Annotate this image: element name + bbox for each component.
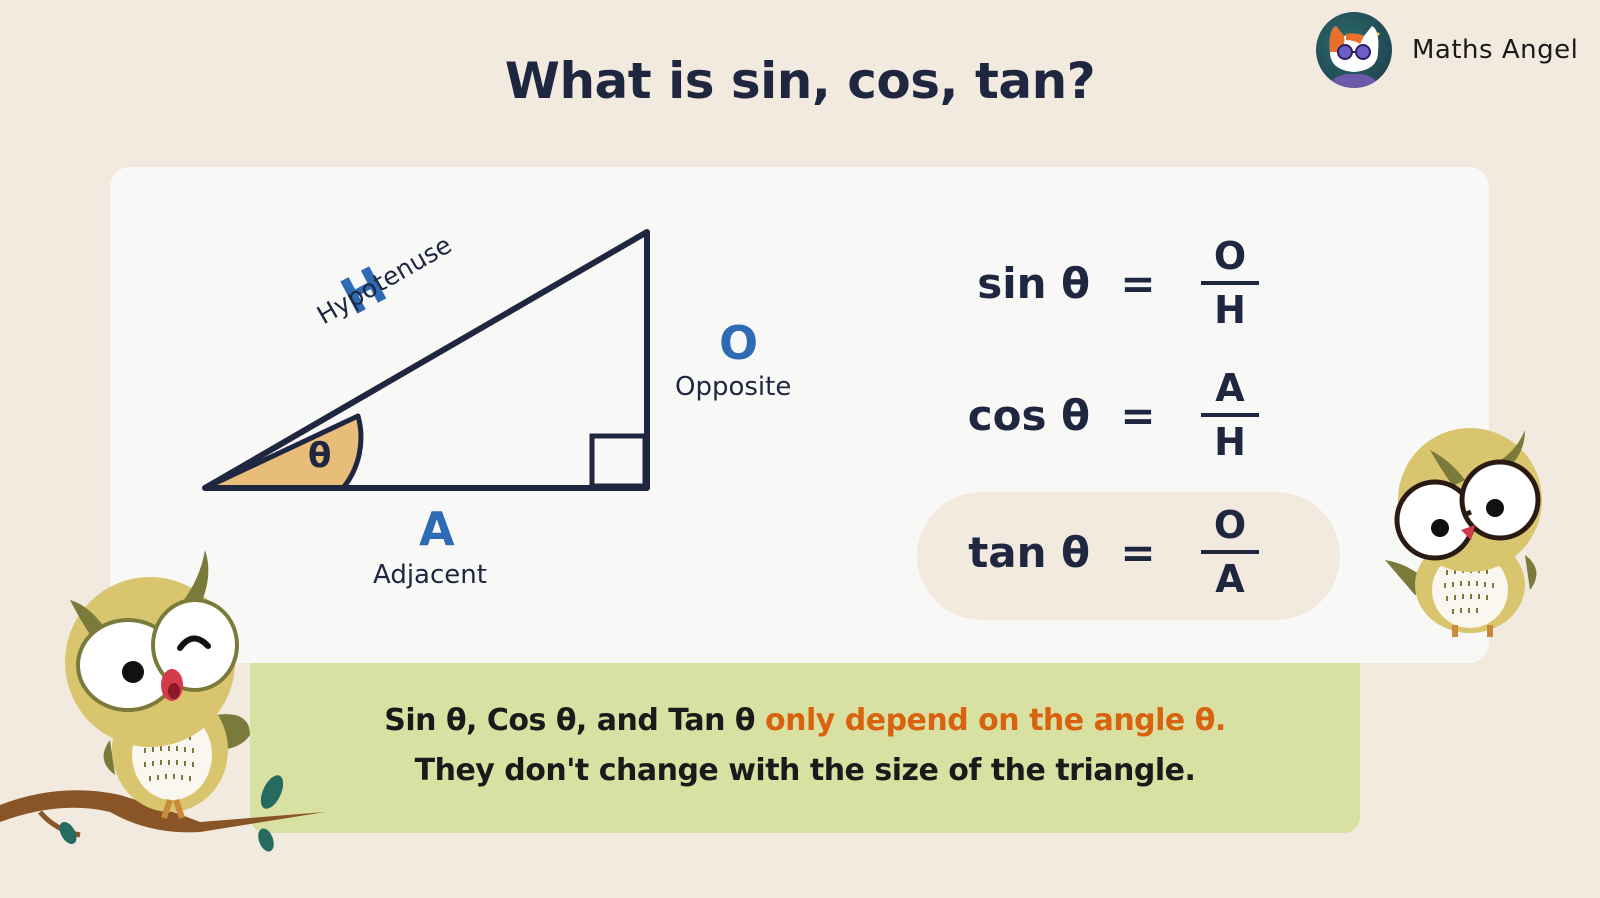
formula-sin: sin θ = O H bbox=[960, 234, 1260, 332]
note-line-2: They don't change with the size of the t… bbox=[414, 753, 1196, 788]
denominator: H bbox=[1214, 420, 1246, 464]
formula-fn: tan θ bbox=[968, 527, 1090, 577]
note-highlight-text: only depend on the angle θ. bbox=[765, 703, 1226, 738]
fraction-bar bbox=[1201, 413, 1259, 417]
formula-tan: tan θ = O A bbox=[960, 503, 1260, 601]
angle-symbol: θ bbox=[308, 436, 332, 476]
fraction: A H bbox=[1200, 366, 1260, 464]
denominator: H bbox=[1214, 288, 1246, 332]
fraction-bar bbox=[1201, 550, 1259, 554]
formula-cos: cos θ = A H bbox=[960, 366, 1260, 464]
fraction: O A bbox=[1200, 503, 1260, 601]
note-line-1: Sin θ, Cos θ, and Tan θ only depend on t… bbox=[250, 703, 1360, 738]
numerator: A bbox=[1215, 366, 1245, 410]
equals-sign: = bbox=[1120, 258, 1156, 308]
adjacent-label: Adjacent bbox=[373, 560, 487, 590]
note-plain-text: Sin θ, Cos θ, and Tan θ bbox=[384, 703, 765, 738]
equals-sign: = bbox=[1120, 527, 1156, 577]
equals-sign: = bbox=[1120, 390, 1156, 440]
owl-on-branch-illustration bbox=[0, 550, 325, 852]
fraction-bar bbox=[1201, 281, 1259, 285]
formula-fn: sin θ bbox=[977, 258, 1090, 308]
formula-fn: cos θ bbox=[967, 390, 1090, 440]
numerator: O bbox=[1213, 234, 1247, 278]
denominator: A bbox=[1215, 557, 1245, 601]
opposite-letter: O bbox=[719, 316, 759, 370]
right-angle-marker bbox=[589, 433, 648, 489]
owl-with-glasses-illustration bbox=[1385, 428, 1542, 637]
opposite-label: Opposite bbox=[675, 372, 792, 402]
note-box: Sin θ, Cos θ, and Tan θ only depend on t… bbox=[250, 663, 1360, 833]
adjacent-letter: A bbox=[419, 502, 455, 556]
fraction: O H bbox=[1200, 234, 1260, 332]
numerator: O bbox=[1213, 503, 1247, 547]
